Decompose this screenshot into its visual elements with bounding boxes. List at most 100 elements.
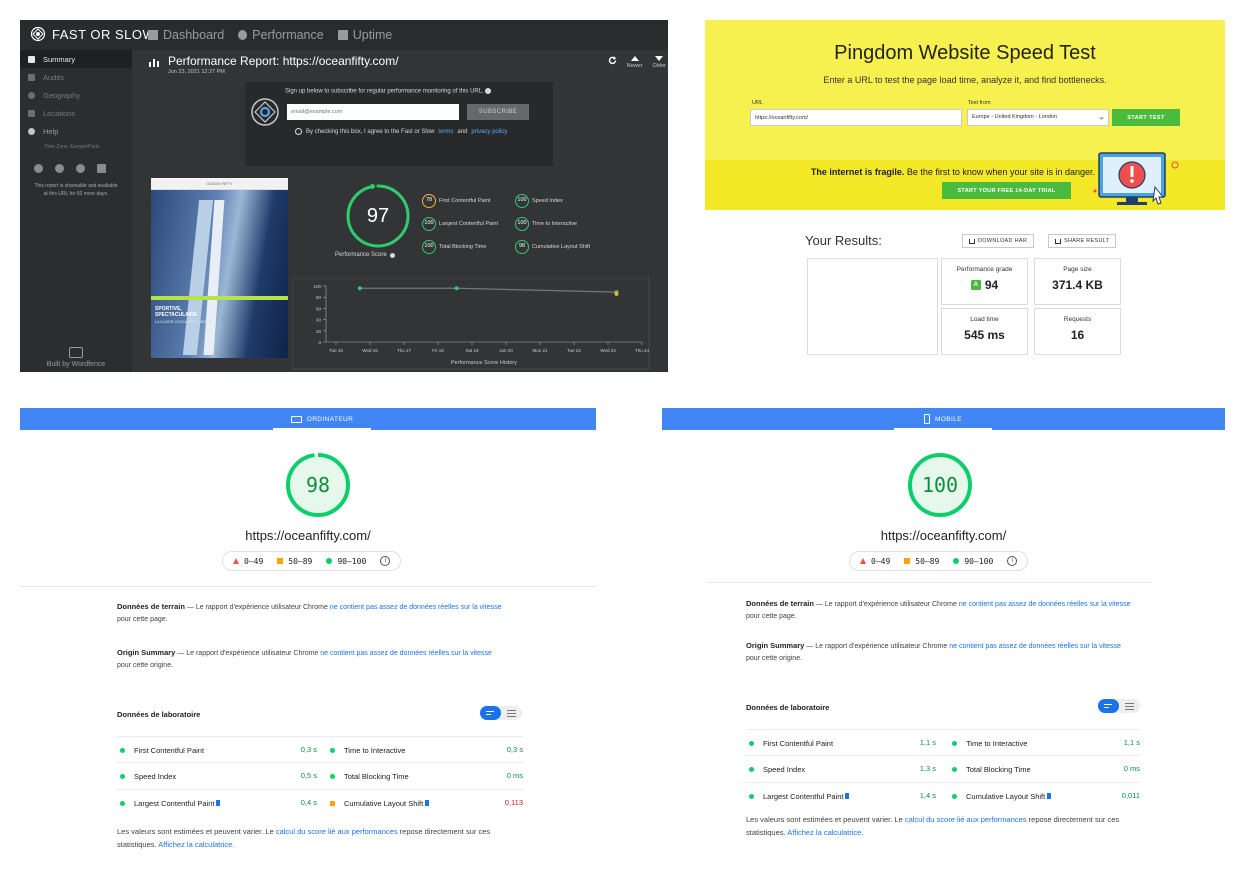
score-gauge: 98 — [285, 452, 351, 518]
divider — [20, 586, 596, 587]
metric-label: Total Blocking Time — [344, 771, 409, 781]
bookmark-icon — [845, 793, 850, 799]
sidebar-item-locations[interactable]: Locations — [20, 104, 132, 122]
section-title: Données de terrain — [117, 602, 185, 611]
test-from-select[interactable]: Europe - United Kingdom - London — [967, 109, 1109, 126]
sidebar-item-help[interactable]: Help — [20, 122, 132, 140]
list-icon — [28, 73, 35, 81]
sidebar-item-label: Help — [43, 126, 59, 136]
start-test-button[interactable]: START TEST — [1112, 109, 1180, 126]
sidebar-item-label: Summary — [43, 54, 76, 64]
promo-bold: The internet is fragile. — [810, 167, 905, 177]
page-subtitle: Enter a URL to test the page load time, … — [823, 75, 1107, 85]
calculator-link[interactable]: Affichez la calculatrice. — [158, 840, 234, 849]
metric-value: 1,1 s — [919, 738, 936, 747]
legend-label: 90–100 — [964, 556, 994, 566]
facebook-icon[interactable] — [34, 164, 43, 173]
metric-name: Speed Index — [120, 763, 176, 789]
url-input[interactable] — [750, 109, 962, 126]
view-toggle[interactable] — [1098, 699, 1140, 713]
metric-name: First Contentful Paint — [749, 730, 833, 756]
arrow-down-icon — [655, 56, 664, 61]
metric-row: Speed Index 0,5 s Total Blocking Time 0 … — [117, 763, 523, 790]
bookmark-icon — [1047, 793, 1052, 799]
calendar-icon — [337, 30, 348, 40]
y-tick-label: 20 — [316, 329, 322, 334]
phone-icon — [924, 414, 931, 424]
tab-label: ORDINATEUR — [306, 415, 354, 423]
toggle-summary[interactable] — [1098, 699, 1119, 713]
download-har-button[interactable]: DOWNLOAD HAR — [962, 234, 1035, 248]
info-icon[interactable]: i — [1007, 556, 1018, 566]
nav-performance[interactable]: Performance — [238, 28, 324, 42]
twitter-icon[interactable] — [55, 164, 64, 173]
section-link[interactable]: ne contient pas assez de données réelles… — [320, 650, 492, 657]
metric-label: First Contentful Paint — [439, 198, 491, 204]
score-calc-link[interactable]: calcul du score lié aux performances — [905, 815, 1027, 824]
subscribe-button[interactable]: SUBSCRIBE — [467, 104, 529, 120]
metric-label: Total Blocking Time — [966, 764, 1031, 774]
metric-label: Largest Contentful Paint — [439, 221, 499, 227]
section-link[interactable]: ne contient pas assez de données réelles… — [330, 604, 502, 611]
metric-name: Speed Index — [749, 756, 805, 782]
privacy-link[interactable]: privacy policy — [471, 129, 507, 135]
x-tick-label: Fri 18 — [432, 348, 444, 353]
view-toggle[interactable] — [480, 706, 522, 720]
sidebar-item-summary[interactable]: Summary — [20, 50, 132, 68]
legend-label: 90–100 — [337, 556, 367, 566]
square-icon — [277, 558, 284, 564]
metric-label: Largest Contentful Paint — [134, 798, 215, 808]
agree-checkbox[interactable] — [295, 128, 302, 135]
card-value: 371.4 KB — [1052, 278, 1103, 292]
metric-tti: 100 Time to Interactive — [515, 217, 577, 231]
requests-card: Requests 16 — [1034, 308, 1121, 355]
metric-value: 0,3 s — [300, 745, 317, 754]
metric-name: Total Blocking Time — [952, 756, 1031, 782]
metric-name: Largest Contentful Paint — [120, 790, 221, 816]
sidebar-item-audits[interactable]: Audits — [20, 68, 132, 86]
legend-item: 0–49 — [233, 557, 263, 566]
pass-icon — [330, 747, 335, 753]
tab-desktop[interactable]: ORDINATEUR — [273, 408, 371, 430]
built-by[interactable]: Built by Wordfence — [20, 347, 132, 368]
refresh-button[interactable] — [608, 56, 617, 67]
section-link[interactable]: ne contient pas assez de données réelles… — [959, 601, 1131, 608]
metric-label: Time to Interactive — [532, 221, 578, 227]
section-text: — Le rapport d'expérience utilisateur Ch… — [175, 650, 321, 657]
nav-dashboard[interactable]: Dashboard — [148, 28, 224, 42]
y-tick-label: 100 — [313, 284, 321, 289]
globe-icon — [28, 91, 35, 99]
free-trial-button[interactable]: START YOUR FREE 14-DAY TRIAL — [942, 182, 1071, 199]
tab-underline — [894, 428, 992, 430]
share-result-button[interactable]: SHARE RESULT — [1048, 234, 1117, 248]
grid-icon — [148, 30, 158, 40]
metric-row: First Contentful Paint 1,1 s Time to Int… — [746, 729, 1140, 756]
metric-value: 0,5 s — [300, 771, 317, 780]
section-link[interactable]: ne contient pas assez de données réelles… — [949, 643, 1121, 650]
sidebar-item-geography[interactable]: Geography — [20, 86, 132, 104]
test-from-value: Europe - United Kingdom - London — [972, 114, 1057, 120]
score-calc-link[interactable]: calcul du score lié aux performances — [276, 827, 398, 836]
lab-data-title: Données de laboratoire — [117, 710, 201, 719]
toggle-summary[interactable] — [480, 706, 501, 720]
info-icon[interactable]: i — [380, 556, 391, 566]
stopwatch-icon — [238, 30, 248, 40]
email-input[interactable] — [287, 104, 459, 120]
pass-icon — [330, 773, 335, 779]
terms-link[interactable]: terms — [438, 129, 453, 135]
older-button[interactable]: Older — [653, 56, 666, 69]
score-value: 98 — [305, 473, 331, 497]
metric-name: First Contentful Paint — [120, 737, 204, 763]
newer-button[interactable]: Newer — [627, 56, 643, 69]
load-time-card: Load time 545 ms — [941, 308, 1028, 355]
calculator-link[interactable]: Affichez la calculatrice. — [787, 828, 863, 837]
tab-mobile[interactable]: MOBILE — [894, 408, 992, 430]
field-data-section: Données de terrain — Le rapport d'expéri… — [117, 601, 507, 626]
copy-icon[interactable] — [97, 164, 106, 173]
metric-label: First Contentful Paint — [134, 745, 205, 755]
whatsapp-icon[interactable] — [76, 164, 85, 173]
y-tick-label: 80 — [316, 295, 322, 300]
nav-uptime[interactable]: Uptime — [337, 28, 392, 42]
logo[interactable]: FAST OR SLOW — [30, 26, 155, 42]
help-icon — [28, 127, 35, 135]
